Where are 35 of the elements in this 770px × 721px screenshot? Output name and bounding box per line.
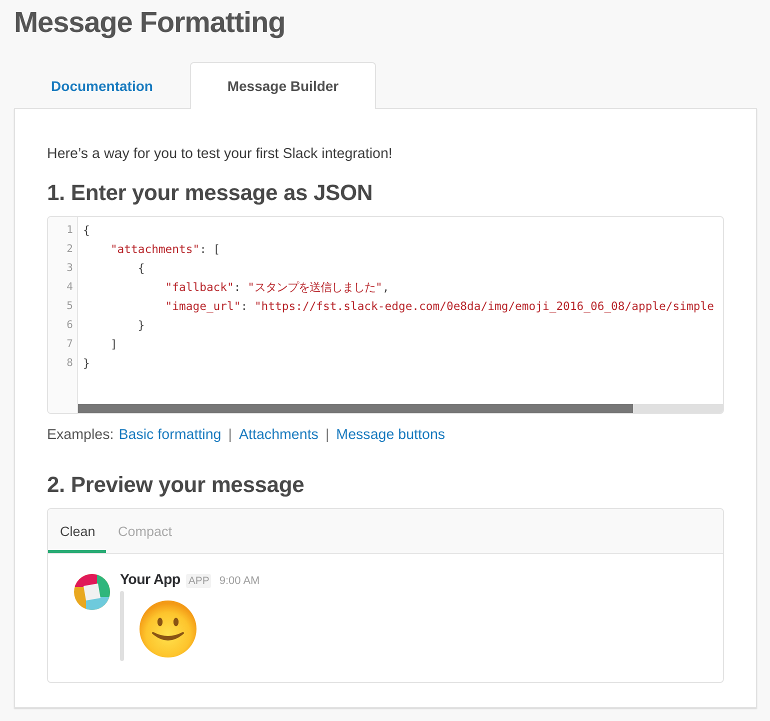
line-number: 8 [66, 356, 73, 371]
line-number: 7 [66, 337, 73, 352]
app-badge: APP [186, 574, 212, 588]
code-line: "fallback": "スタンプを送信しました", [165, 279, 390, 296]
code-line: "attachments": [ [110, 241, 220, 258]
code-line: } [138, 317, 145, 334]
link-separator: | [228, 426, 232, 445]
line-number: 5 [66, 299, 73, 314]
example-link[interactable]: Message buttons [336, 424, 446, 446]
sender-name: Your App [120, 572, 180, 588]
code-editor[interactable]: 1 2 3 4 5 6 7 8 { "attachments": [ { "fallback": "スタンプを送信しました", "image_url": "https://fst.slack-edge.com/0e8da/img/emoji_2016_06_08/apple/simple } ] } [47, 216, 724, 414]
smiley-emoji-icon [139, 600, 197, 658]
line-number: 2 [66, 242, 73, 257]
code-line: } [83, 355, 90, 372]
app-logo-icon [74, 574, 110, 610]
line-number: 1 [66, 223, 73, 238]
code-line: ] [110, 336, 118, 353]
example-link[interactable]: Attachments [238, 424, 318, 446]
page-tab[interactable]: Documentation [14, 62, 190, 109]
line-number: 4 [66, 280, 73, 295]
link-separator: | [325, 426, 330, 445]
page-tab[interactable]: Message Builder [190, 62, 376, 109]
section-heading: 2. Preview your message [47, 471, 306, 499]
code-line: { [138, 260, 145, 277]
message-time: 9:00 AM [219, 575, 260, 587]
page-title: Message Formatting [14, 6, 286, 41]
intro-text: Here’s a way for you to test your first Slack integration! [47, 145, 394, 164]
example-link[interactable]: Basic formatting [118, 424, 222, 446]
code-line: "image_url": "https://fst.slack-edge.com/0e8da/img/emoji_2016_06_08/apple/simple [165, 298, 714, 315]
view-tab[interactable]: Clean [48, 509, 106, 553]
line-number: 6 [66, 318, 73, 333]
code-line: { [83, 222, 90, 239]
line-number: 3 [66, 261, 73, 276]
examples-label: Examples: [47, 426, 114, 445]
section-heading: 1. Enter your message as JSON [47, 179, 374, 207]
